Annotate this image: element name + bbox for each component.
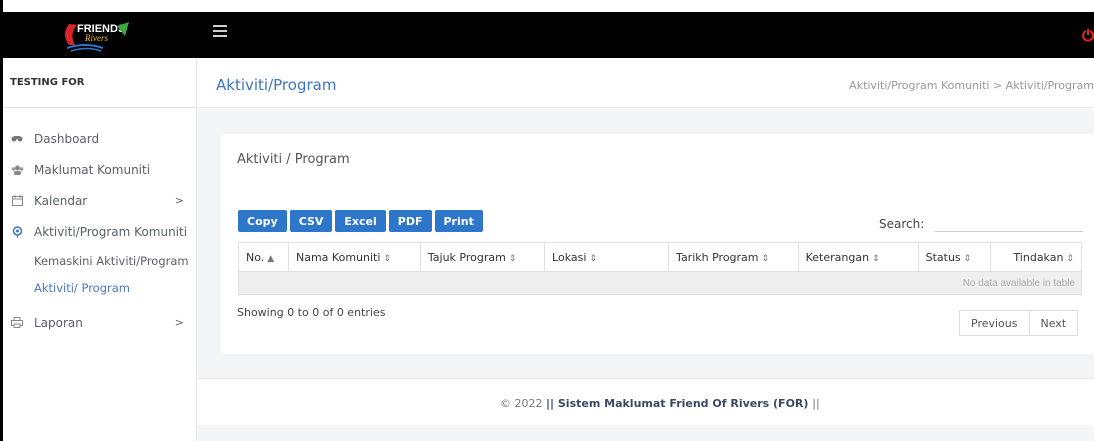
table-header-row: No. ▲ Nama Komuniti ⇕ Tajuk Program ⇕ Lokas… [238, 242, 1082, 272]
next-page-button[interactable]: Next [1029, 310, 1079, 336]
column-label: No. [246, 250, 265, 264]
sidebar-item-kalendar[interactable]: Kalendar > [0, 185, 196, 216]
excel-button[interactable]: Excel [335, 210, 386, 232]
sort-icon: ⇕ [1066, 253, 1074, 264]
sidebar-item-label: Dashboard [34, 131, 100, 146]
footer-copyright: © 2022 || Sistem Maklumat Friend Of Rive… [500, 397, 820, 410]
column-label: Status [925, 250, 961, 264]
column-header-nama-komuniti[interactable]: Nama Komuniti ⇕ [288, 242, 421, 272]
column-header-tarikh-program[interactable]: Tarikh Program ⇕ [668, 242, 799, 272]
column-label: Tajuk Program [427, 250, 506, 264]
calendar-icon [10, 194, 24, 208]
sidebar-brand-label: TESTING FOR [10, 77, 85, 88]
empty-table-message: No data available in table [238, 271, 1082, 295]
sort-icon: ⇕ [761, 253, 770, 264]
printer-icon [10, 316, 24, 330]
program-table: No. ▲ Nama Komuniti ⇕ Tajuk Program ⇕ Lokas… [238, 242, 1082, 295]
table-row-empty: No data available in table [238, 271, 1082, 295]
previous-page-button[interactable]: Previous [959, 310, 1030, 336]
sidebar-item-label: Kalendar [34, 193, 88, 208]
card-title: Aktiviti / Program [237, 152, 350, 167]
column-header-no[interactable]: No. ▲ [238, 242, 289, 272]
sidebar-menu: Dashboard Maklumat Komuniti Kalendar > A… [0, 123, 196, 338]
column-header-tajuk-program[interactable]: Tajuk Program ⇕ [419, 242, 546, 272]
sidebar-item-aktiviti-program-komuniti[interactable]: Aktiviti/Program Komuniti [0, 216, 196, 247]
search-label: Search: [879, 217, 925, 231]
sort-icon: ⇕ [589, 253, 597, 264]
chevron-right-icon: > [174, 194, 184, 207]
column-header-lokasi[interactable]: Lokasi ⇕ [544, 242, 670, 272]
sidebar: TESTING FOR Dashboard Maklumat Komuniti … [0, 58, 197, 441]
sort-icon: ⇕ [383, 253, 391, 264]
sidebar-subitem-label: Kemaskini Aktiviti/Program [34, 253, 189, 268]
sidebar-item-dashboard[interactable]: Dashboard [0, 123, 196, 154]
activity-card: Aktiviti / Program Copy CSV Excel PDF Pr… [221, 134, 1094, 354]
sidebar-brand: TESTING FOR [0, 58, 196, 108]
footer-bars-left: || [546, 397, 555, 410]
power-icon[interactable] [1082, 28, 1094, 42]
sort-icon: ⇕ [872, 253, 880, 264]
footer-bars-right: || [812, 397, 820, 410]
sidebar-item-label: Maklumat Komuniti [34, 162, 151, 177]
sort-asc-icon: ▲ [267, 253, 275, 264]
svg-text:Rivers: Rivers [84, 33, 108, 43]
window-edge [0, 0, 3, 441]
table-info: Showing 0 to 0 of 0 entries [237, 306, 386, 319]
column-label: Lokasi [552, 250, 587, 264]
hamburger-icon[interactable] [213, 25, 227, 39]
pdf-button[interactable]: PDF [388, 210, 432, 232]
print-button[interactable]: Print [434, 210, 483, 232]
sidebar-item-maklumat-komuniti[interactable]: Maklumat Komuniti [0, 154, 196, 185]
column-label: Keterangan [805, 250, 870, 264]
sort-icon: ⇕ [963, 253, 972, 264]
column-label: Tindakan [1013, 250, 1064, 264]
sidebar-item-laporan[interactable]: Laporan > [0, 307, 196, 338]
footer-prefix: © 2022 [500, 397, 546, 410]
column-label: Tarikh Program [676, 250, 759, 264]
chevron-right-icon: > [174, 316, 184, 329]
breadcrumb[interactable]: Aktiviti/Program Komuniti > Aktiviti/Pro… [849, 79, 1094, 92]
search-input[interactable] [935, 210, 1083, 232]
page-header: Aktiviti/Program Aktiviti/Program Komuni… [198, 58, 1094, 108]
sidebar-subitem-aktiviti-program[interactable]: Aktiviti/ Program [0, 274, 196, 301]
column-header-tindakan[interactable]: Tindakan ⇕ [990, 242, 1082, 272]
sidebar-subitem-label: Aktiviti/ Program [34, 280, 130, 295]
pagination: Previous Next [959, 310, 1079, 336]
csv-button[interactable]: CSV [289, 210, 333, 232]
sidebar-item-label: Aktiviti/Program Komuniti [34, 224, 188, 239]
sidebar-subitem-kemaskini[interactable]: Kemaskini Aktiviti/Program [0, 247, 196, 274]
location-icon [10, 225, 24, 239]
sort-icon: ⇕ [508, 253, 517, 264]
column-header-status[interactable]: Status ⇕ [917, 242, 992, 272]
column-header-keterangan[interactable]: Keterangan ⇕ [797, 242, 919, 272]
friends-of-rivers-logo[interactable]: FRIENDS Rivers [55, 12, 145, 58]
dashboard-icon [10, 132, 24, 146]
users-icon [10, 163, 24, 177]
footer: © 2022 || Sistem Maklumat Friend Of Rive… [198, 378, 1094, 425]
column-label: Nama Komuniti [296, 250, 381, 264]
sidebar-item-label: Laporan [34, 315, 83, 330]
top-navbar: FRIENDS Rivers [0, 12, 1094, 58]
page-title: Aktiviti/Program [216, 76, 337, 94]
copy-button[interactable]: Copy [238, 210, 287, 232]
footer-title: Sistem Maklumat Friend Of Rivers (FOR) [554, 397, 813, 410]
export-buttons: Copy CSV Excel PDF Print [238, 210, 483, 232]
